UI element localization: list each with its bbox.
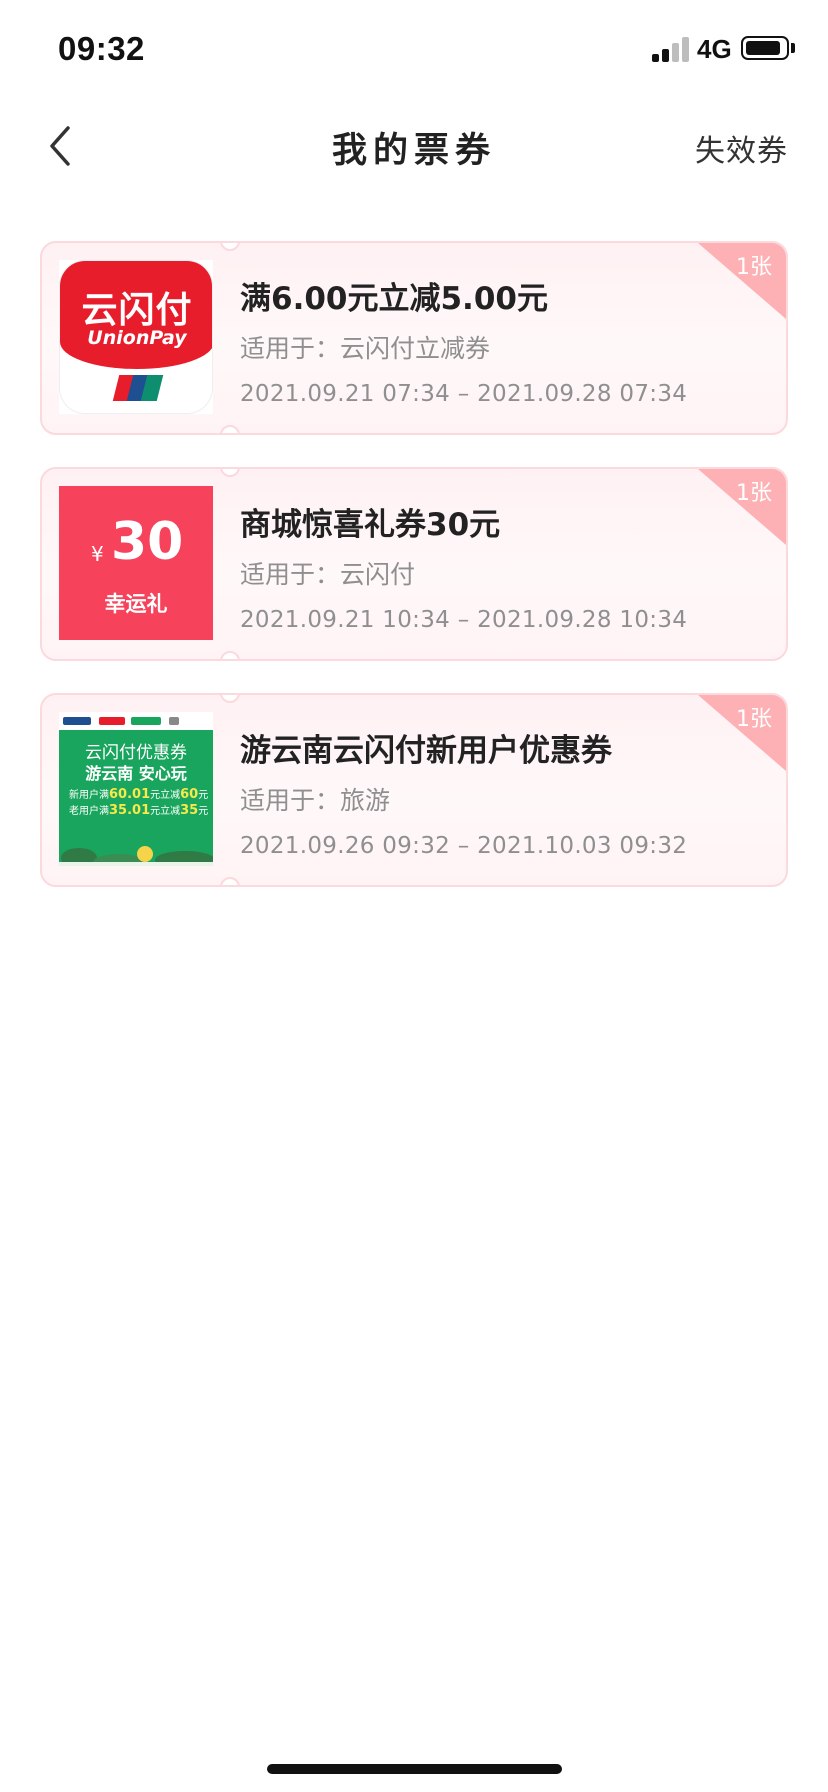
offer-discount: 35 [180, 803, 199, 818]
status-bar: 09:32 4G [0, 0, 828, 100]
coupon-thumbnail: 云闪付优惠券 游云南 安心玩 新用户满60.01元立减60元 老用户满35.01… [59, 712, 213, 866]
offer-text: 元立减 [150, 790, 181, 801]
unionpay-logo-icon: 云闪付 UnionPay [59, 260, 213, 414]
home-indicator[interactable] [267, 1764, 562, 1774]
battery-cap [791, 43, 795, 53]
coupon-validity: 2021.09.26 09:32 – 2021.10.03 09:32 [240, 833, 688, 859]
offer-discount: 60 [180, 787, 199, 802]
coupon-title: 商城惊喜礼券30元 [240, 507, 501, 543]
gift-amount: 30 [111, 512, 184, 572]
logo-text-en: UnionPay [87, 327, 187, 349]
ticket-notch [220, 469, 240, 477]
offer-text: 元 [198, 790, 209, 801]
coupon-thumbnail: 云闪付 UnionPay [59, 260, 213, 414]
coupon-list: 云闪付 UnionPay 满6.00元立减5.00元 适用于：云闪付立减券 20… [40, 241, 788, 919]
network-type: 4G [697, 34, 732, 64]
ticket-notch [220, 877, 240, 885]
coupon-card[interactable]: 云闪付优惠券 游云南 安心玩 新用户满60.01元立减60元 老用户满35.01… [40, 693, 788, 887]
offer-text: 元立减 [150, 806, 181, 817]
currency-symbol: ¥ [91, 542, 104, 566]
coupon-scope: 适用于：云闪付立减券 [240, 334, 491, 363]
ticket-notch [220, 651, 240, 659]
coupon-scope: 适用于：云闪付 [240, 560, 416, 589]
coupon-count-badge: 1张 [736, 481, 772, 506]
offer-threshold: 35.01 [109, 803, 151, 818]
cellular-signal-icon [652, 36, 690, 62]
coupon-card[interactable]: 云闪付 UnionPay 满6.00元立减5.00元 适用于：云闪付立减券 20… [40, 241, 788, 435]
offer-text: 新用户满 [69, 790, 109, 801]
banner-offer-existing: 老用户满35.01元立减35元 [69, 802, 208, 818]
yunnan-banner: 云闪付优惠券 游云南 安心玩 新用户满60.01元立减60元 老用户满35.01… [59, 730, 213, 866]
banner-headline: 游云南 安心玩 [85, 764, 187, 783]
coupon-count-badge: 1张 [736, 255, 772, 280]
ticket-notch [220, 425, 240, 433]
offer-text: 老用户满 [69, 806, 109, 817]
offer-text: 元 [198, 806, 209, 817]
coupon-title: 游云南云闪付新用户优惠券 [240, 733, 612, 769]
coupon-validity: 2021.09.21 10:34 – 2021.09.28 10:34 [240, 607, 688, 633]
partner-logos-strip [59, 712, 213, 730]
ticket-notch [220, 243, 240, 251]
offer-threshold: 60.01 [109, 787, 151, 802]
coupon-count-badge: 1张 [736, 707, 772, 732]
coupon-thumbnail: ¥ 30 幸运礼 [59, 486, 213, 640]
battery-icon [741, 36, 789, 60]
coupon-scope: 适用于：旅游 [240, 786, 391, 815]
unionpay-flag-icon [112, 375, 164, 401]
nav-bar: 我的票券 失效券 [0, 100, 828, 190]
landscape-illustration [59, 846, 213, 866]
ticket-notch [220, 695, 240, 703]
banner-offer-new: 新用户满60.01元立减60元 [69, 786, 208, 802]
expired-coupons-link[interactable]: 失效券 [695, 126, 788, 170]
status-time: 09:32 [58, 30, 145, 67]
logo-text-cn: 云闪付 [81, 290, 193, 331]
coupon-validity: 2021.09.21 07:34 – 2021.09.28 07:34 [240, 381, 688, 407]
coupon-card[interactable]: ¥ 30 幸运礼 商城惊喜礼券30元 适用于：云闪付 2021.09.21 10… [40, 467, 788, 661]
gift-label: 幸运礼 [104, 592, 168, 616]
coupon-title: 满6.00元立减5.00元 [240, 281, 548, 317]
